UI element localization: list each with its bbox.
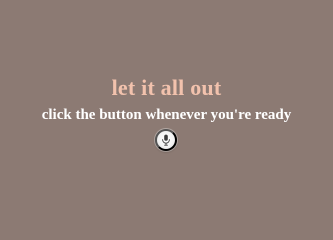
page-title: let it all out [111, 75, 222, 100]
microphone-icon [162, 134, 170, 146]
record-button[interactable] [155, 129, 177, 151]
page-subtitle: click the button whenever you're ready [41, 107, 292, 123]
main-content: let it all out click the button whenever… [0, 0, 333, 222]
